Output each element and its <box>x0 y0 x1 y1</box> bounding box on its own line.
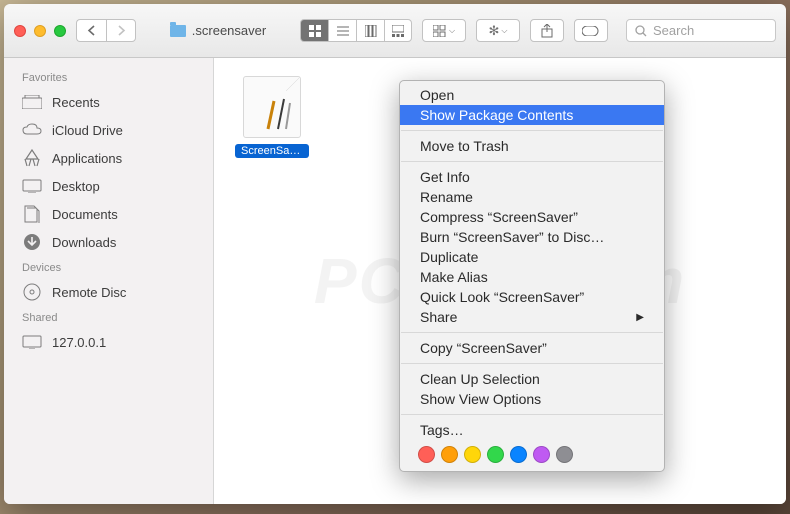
ctx-move-to-trash[interactable]: Move to Trash <box>400 136 664 156</box>
ctx-copy[interactable]: Copy “ScreenSaver” <box>400 338 664 358</box>
cloud-icon <box>22 121 42 139</box>
recents-icon <box>22 93 42 111</box>
tag-purple[interactable] <box>533 446 550 463</box>
window-controls <box>14 25 66 37</box>
title-wrap: .screensaver <box>136 23 300 38</box>
ctx-separator <box>401 363 663 364</box>
gallery-view-button[interactable] <box>384 19 412 42</box>
ctx-show-package-contents[interactable]: Show Package Contents <box>400 105 664 125</box>
search-field[interactable]: Search <box>626 19 776 42</box>
search-placeholder: Search <box>653 23 694 38</box>
gear-icon: ✻ <box>489 23 500 39</box>
list-view-button[interactable] <box>328 19 356 42</box>
folder-icon <box>170 25 186 37</box>
arrange-button[interactable]: ⌵ <box>422 19 466 42</box>
ctx-tags-label: Tags… <box>400 420 664 440</box>
ctx-rename[interactable]: Rename <box>400 187 664 207</box>
disc-icon <box>22 283 42 301</box>
ctx-make-alias[interactable]: Make Alias <box>400 267 664 287</box>
context-menu: Open Show Package Contents Move to Trash… <box>399 80 665 472</box>
sidebar-item-recents[interactable]: Recents <box>4 88 213 116</box>
ctx-tags-row <box>400 440 664 467</box>
sidebar-item-icloud[interactable]: iCloud Drive <box>4 116 213 144</box>
sidebar-item-desktop[interactable]: Desktop <box>4 172 213 200</box>
file-name-label: ScreenSaver <box>235 144 309 158</box>
ctx-open[interactable]: Open <box>400 85 664 105</box>
file-item-screensaver[interactable]: ScreenSaver <box>232 76 312 158</box>
window-title: .screensaver <box>192 23 266 38</box>
sidebar: Favorites Recents iCloud Drive Applicati… <box>4 58 214 504</box>
toolbar: ⌵ ✻⌵ Search <box>300 19 776 42</box>
minimize-window-button[interactable] <box>34 25 46 37</box>
ctx-compress[interactable]: Compress “ScreenSaver” <box>400 207 664 227</box>
titlebar: .screensaver ⌵ ✻⌵ Search <box>4 4 786 58</box>
display-icon <box>22 333 42 351</box>
sidebar-item-remote-disc[interactable]: Remote Disc <box>4 278 213 306</box>
sidebar-item-label: 127.0.0.1 <box>52 335 106 350</box>
ctx-separator <box>401 414 663 415</box>
documents-icon <box>22 205 42 223</box>
tag-red[interactable] <box>418 446 435 463</box>
ctx-separator <box>401 130 663 131</box>
tag-orange[interactable] <box>441 446 458 463</box>
tag-blue[interactable] <box>510 446 527 463</box>
tags-button[interactable] <box>574 19 608 42</box>
downloads-icon <box>22 233 42 251</box>
sidebar-section-favorites: Favorites <box>4 66 213 88</box>
icon-view-button[interactable] <box>300 19 328 42</box>
sidebar-item-label: Documents <box>52 207 118 222</box>
tag-yellow[interactable] <box>464 446 481 463</box>
ctx-clean-up[interactable]: Clean Up Selection <box>400 369 664 389</box>
sidebar-item-label: Applications <box>52 151 122 166</box>
action-button[interactable]: ✻⌵ <box>476 19 520 42</box>
content: Favorites Recents iCloud Drive Applicati… <box>4 58 786 504</box>
fullscreen-window-button[interactable] <box>54 25 66 37</box>
tag-gray[interactable] <box>556 446 573 463</box>
forward-button[interactable] <box>106 19 136 42</box>
ctx-view-options[interactable]: Show View Options <box>400 389 664 409</box>
sidebar-item-documents[interactable]: Documents <box>4 200 213 228</box>
sidebar-item-shared-host[interactable]: 127.0.0.1 <box>4 328 213 356</box>
desktop-icon <box>22 177 42 195</box>
ctx-burn[interactable]: Burn “ScreenSaver” to Disc… <box>400 227 664 247</box>
ctx-share[interactable]: Share▶ <box>400 307 664 327</box>
tag-green[interactable] <box>487 446 504 463</box>
sidebar-item-applications[interactable]: Applications <box>4 144 213 172</box>
sidebar-section-devices: Devices <box>4 256 213 278</box>
finder-window: .screensaver ⌵ ✻⌵ Search Favorites Recen… <box>4 4 786 504</box>
chevron-right-icon: ▶ <box>636 312 644 323</box>
ctx-quick-look[interactable]: Quick Look “ScreenSaver” <box>400 287 664 307</box>
sidebar-section-shared: Shared <box>4 306 213 328</box>
ctx-duplicate[interactable]: Duplicate <box>400 247 664 267</box>
applications-icon <box>22 149 42 167</box>
share-button[interactable] <box>530 19 564 42</box>
search-icon <box>635 25 647 37</box>
sidebar-item-label: Recents <box>52 95 100 110</box>
sidebar-item-label: Remote Disc <box>52 285 126 300</box>
column-view-button[interactable] <box>356 19 384 42</box>
sidebar-item-label: Downloads <box>52 235 116 250</box>
file-icon <box>243 76 301 138</box>
sidebar-item-label: Desktop <box>52 179 100 194</box>
sidebar-item-downloads[interactable]: Downloads <box>4 228 213 256</box>
nav-buttons <box>76 19 136 42</box>
ctx-separator <box>401 332 663 333</box>
close-window-button[interactable] <box>14 25 26 37</box>
ctx-get-info[interactable]: Get Info <box>400 167 664 187</box>
back-button[interactable] <box>76 19 106 42</box>
view-mode-segment <box>300 19 412 42</box>
sidebar-item-label: iCloud Drive <box>52 123 123 138</box>
ctx-separator <box>401 161 663 162</box>
